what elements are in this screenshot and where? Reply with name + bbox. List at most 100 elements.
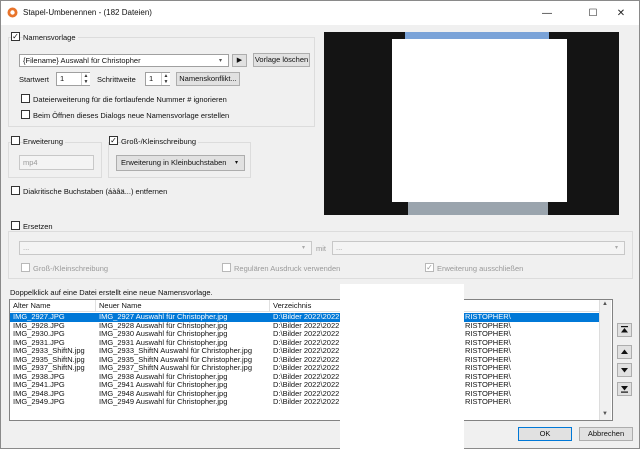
cell-old-name: IMG_2927.JPG xyxy=(13,313,65,321)
list-scrollbar[interactable]: ▲ ▼ xyxy=(599,300,611,420)
move-up-icon xyxy=(621,349,628,354)
cell-directory-tail: RISTOPHER\ xyxy=(465,338,511,347)
cell-old-name: IMG_2935_ShiftN.jpg xyxy=(13,355,85,364)
case-option-value: Erweiterung in Kleinbuchstaben xyxy=(121,158,227,167)
cell-directory-tail: RISTOPHER\ xyxy=(465,347,511,355)
ignore-extension-label: Dateierweiterung für die fortlaufende Nu… xyxy=(33,95,227,104)
column-header-new-name[interactable]: Neuer Name xyxy=(96,300,270,312)
diacritics-checkbox[interactable] xyxy=(11,186,20,195)
cell-directory-tail: RISTOPHER\ xyxy=(465,381,511,389)
cell-old-name: IMG_2931.JPG xyxy=(13,338,65,347)
ok-button[interactable]: OK xyxy=(518,427,572,441)
start-spinner[interactable]: ▲ ▼ xyxy=(81,73,90,85)
cell-old-name: IMG_2933_ShiftN.jpg xyxy=(13,347,85,355)
table-row[interactable]: IMG_2941.JPG IMG_2941 Auswahl für Christo… xyxy=(10,381,600,390)
move-top-button[interactable] xyxy=(617,323,632,337)
naming-checkbox[interactable]: ✓ xyxy=(11,32,20,41)
table-row[interactable]: IMG_2937_ShiftN.jpg IMG_2937_ShiftN Auswa… xyxy=(10,364,600,373)
table-row[interactable]: IMG_2930.JPG IMG_2930 Auswahl für Christo… xyxy=(10,330,600,339)
table-row[interactable]: IMG_2949.JPG IMG_2949 Auswahl für Christo… xyxy=(10,398,600,407)
start-label: Startwert xyxy=(19,75,50,84)
cancel-button[interactable]: Abbrechen xyxy=(579,427,633,441)
case-label: Groß-/Kleinschreibung xyxy=(121,137,199,146)
cell-new-name: IMG_2930 Auswahl für Christopher.jpg xyxy=(99,330,228,338)
start-value: 1 xyxy=(60,74,65,83)
cell-new-name: IMG_2927 Auswahl für Christopher.jpg xyxy=(99,313,228,321)
move-down-icon xyxy=(621,368,628,373)
case-checkbox[interactable]: ✓ xyxy=(109,136,118,145)
cell-old-name: IMG_2928.JPG xyxy=(13,321,65,330)
chevron-down-icon: ▾ xyxy=(615,245,619,251)
regex-checkbox[interactable] xyxy=(222,263,231,272)
replace-checkbox[interactable] xyxy=(11,221,20,230)
app-icon xyxy=(7,7,18,18)
cell-directory-tail: RISTOPHER\ xyxy=(465,355,511,364)
cell-directory-tail: RISTOPHER\ xyxy=(465,398,511,406)
cell-directory-tail: RISTOPHER\ xyxy=(465,364,511,372)
cell-old-name: IMG_2930.JPG xyxy=(13,330,65,338)
close-button[interactable]: ✕ xyxy=(603,1,639,25)
move-bottom-button[interactable] xyxy=(617,382,632,396)
cell-new-name: IMG_2948 Auswahl für Christopher.jpg xyxy=(99,389,228,398)
table-row[interactable]: IMG_2948.JPG IMG_2948 Auswahl für Christo… xyxy=(10,390,600,399)
name-conflict-button[interactable]: Namenskonflikt... xyxy=(176,72,240,86)
with-label: mit xyxy=(316,244,326,253)
cell-new-name: IMG_2941 Auswahl für Christopher.jpg xyxy=(99,381,228,389)
preview-image-top xyxy=(405,32,549,39)
step-spinner[interactable]: ▲ ▼ xyxy=(161,73,170,85)
cell-directory-tail: RISTOPHER\ xyxy=(465,372,511,381)
case-option-select[interactable]: Erweiterung in Kleinbuchstaben ▾ xyxy=(116,155,245,171)
cell-old-name: IMG_2937_ShiftN.jpg xyxy=(13,364,85,372)
cell-old-name: IMG_2941.JPG xyxy=(13,381,65,389)
replace-from-input[interactable]: ... xyxy=(19,241,312,255)
move-down-button[interactable] xyxy=(617,363,632,377)
cell-new-name: IMG_2949 Auswahl für Christopher.jpg xyxy=(99,398,228,406)
chevron-down-icon: ▾ xyxy=(235,160,239,166)
cell-old-name: IMG_2949.JPG xyxy=(13,398,65,406)
apply-template-button[interactable]: ▶ xyxy=(232,54,247,67)
cell-old-name: IMG_2948.JPG xyxy=(13,389,65,398)
exclude-extension-label: Erweiterung ausschließen xyxy=(437,264,524,273)
table-row[interactable]: IMG_2927.JPG IMG_2927 Auswahl für Christo… xyxy=(10,313,600,322)
cell-old-name: IMG_2938.JPG xyxy=(13,372,65,381)
naming-label: Namensvorlage xyxy=(23,33,78,42)
scroll-down-icon[interactable]: ▼ xyxy=(602,411,608,417)
hint-text: Doppelklick auf eine Datei erstellt eine… xyxy=(10,288,213,297)
table-row[interactable]: IMG_2935_ShiftN.jpg IMG_2935_ShiftN Auswa… xyxy=(10,356,600,365)
step-label: Schrittweite xyxy=(97,75,136,84)
template-select[interactable]: {Filename} Auswahl für Christopher xyxy=(19,54,229,67)
window-title: Stapel-Umbenennen - (182 Dateien) xyxy=(23,8,152,17)
move-bottom-icon xyxy=(621,386,628,393)
minimize-button[interactable]: — xyxy=(529,1,565,25)
redacted-area xyxy=(340,284,464,449)
move-up-button[interactable] xyxy=(617,345,632,359)
cell-directory-tail: RISTOPHER\ xyxy=(465,313,511,321)
cell-new-name: IMG_2937_ShiftN Auswahl für Christopher.… xyxy=(99,364,252,372)
extension-input[interactable]: mp4 xyxy=(19,155,94,170)
exclude-extension-checkbox[interactable]: ✓ xyxy=(425,263,434,272)
column-header-old-name[interactable]: Alter Name xyxy=(10,300,96,312)
cell-directory-tail: RISTOPHER\ xyxy=(465,389,511,398)
chevron-down-icon: ▾ xyxy=(302,245,306,251)
new-template-label: Beim Öffnen dieses Dialogs neue Namensvo… xyxy=(33,111,230,120)
title-bar[interactable]: Stapel-Umbenennen - (182 Dateien) — ☐ ✕ xyxy=(1,1,639,25)
ignore-extension-checkbox[interactable] xyxy=(21,94,30,103)
delete-template-button[interactable]: Vorlage löschen xyxy=(253,53,310,67)
table-row[interactable]: IMG_2931.JPG IMG_2931 Auswahl für Christo… xyxy=(10,339,600,348)
replace-case-label: Groß-/Kleinschreibung xyxy=(33,264,109,273)
regex-label: Regulären Ausdruck verwenden xyxy=(234,264,341,273)
new-template-checkbox[interactable] xyxy=(21,110,30,119)
chevron-down-icon: ▾ xyxy=(219,58,223,64)
replace-to-input[interactable]: ... xyxy=(332,241,625,255)
extension-checkbox[interactable] xyxy=(11,136,20,145)
cell-new-name: IMG_2931 Auswahl für Christopher.jpg xyxy=(99,338,228,347)
table-row[interactable]: IMG_2928.JPG IMG_2928 Auswahl für Christo… xyxy=(10,322,600,331)
table-row[interactable]: IMG_2938.JPG IMG_2938 Auswahl für Christo… xyxy=(10,373,600,382)
scroll-up-icon[interactable]: ▲ xyxy=(602,301,608,307)
move-top-icon xyxy=(621,326,628,333)
cell-new-name: IMG_2928 Auswahl für Christopher.jpg xyxy=(99,321,228,330)
replace-label: Ersetzen xyxy=(23,222,55,231)
file-list[interactable]: Alter Name Neuer Name Verzeichnis IMG_29… xyxy=(9,299,613,421)
table-row[interactable]: IMG_2933_ShiftN.jpg IMG_2933_ShiftN Auswa… xyxy=(10,347,600,356)
replace-case-checkbox[interactable] xyxy=(21,263,30,272)
